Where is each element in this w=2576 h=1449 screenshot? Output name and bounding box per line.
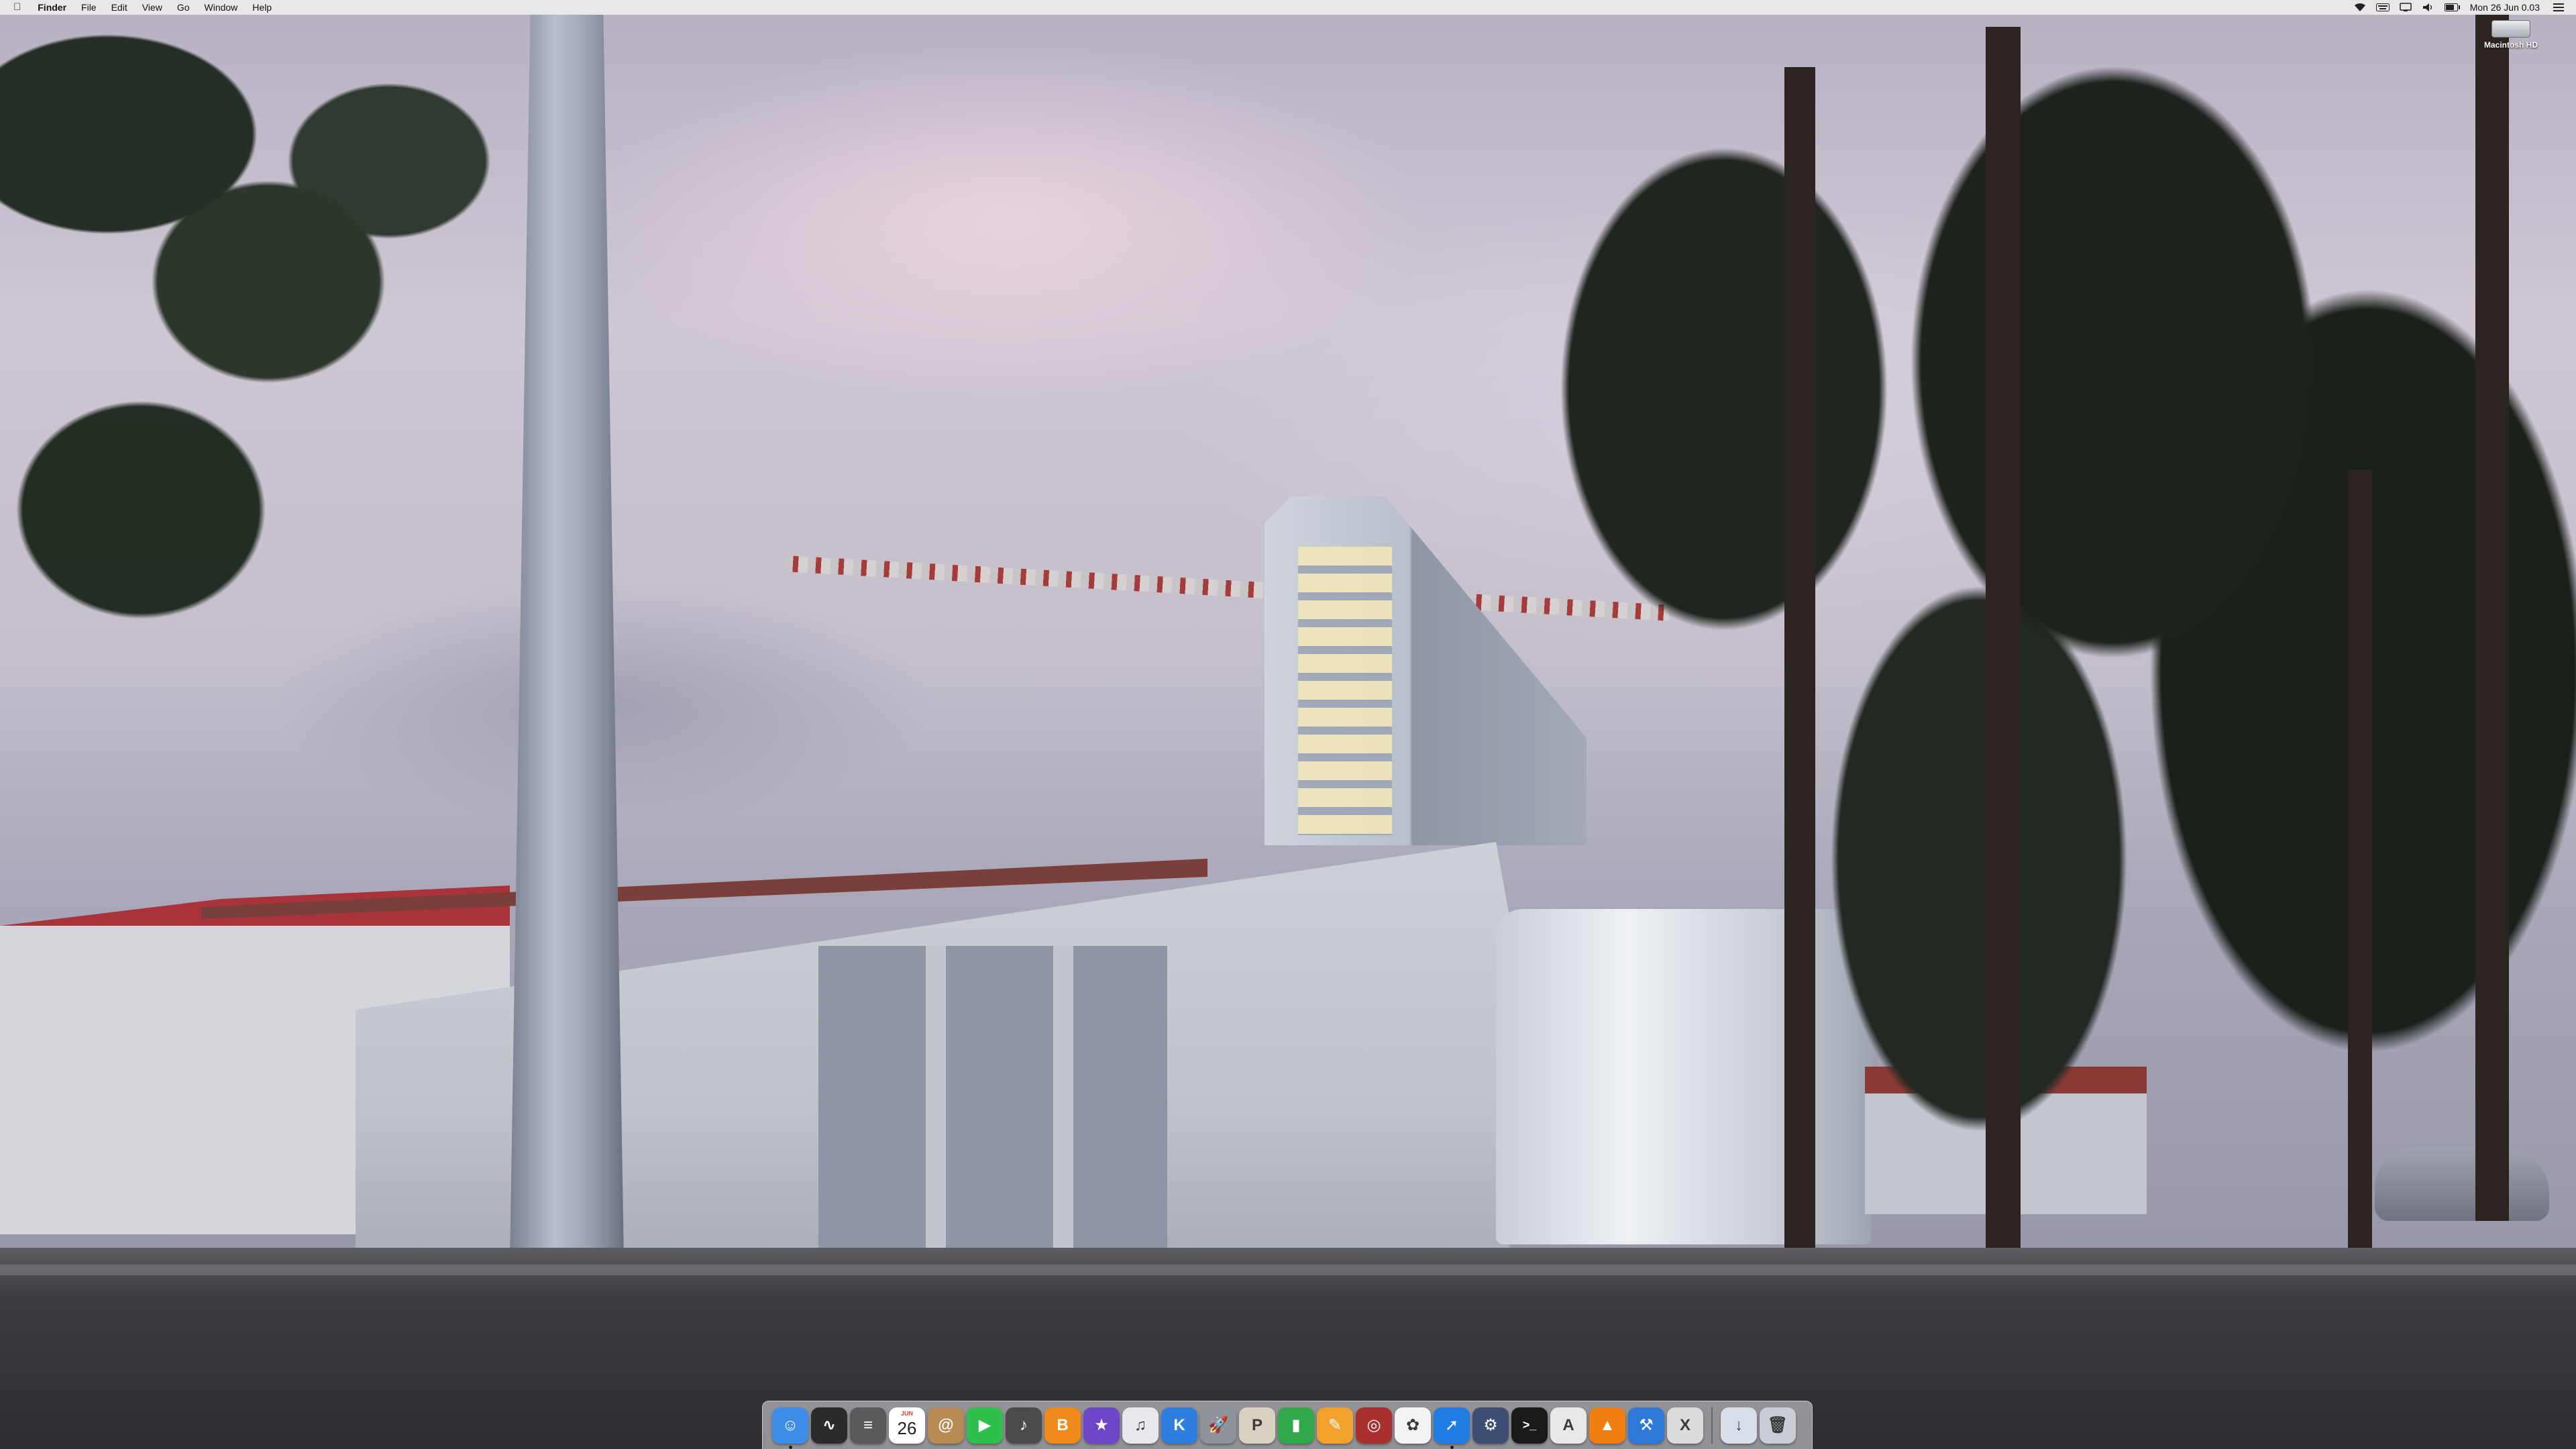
- menu-bar-status: Mon 26 Jun 0.03: [2353, 0, 2576, 15]
- pages-icon-glyph: ✎: [1328, 1416, 1342, 1434]
- safari-icon[interactable]: ➚: [1434, 1407, 1470, 1449]
- wallpaper-tree-trunk: [1784, 67, 1815, 1295]
- textedit-icon[interactable]: A: [1550, 1407, 1587, 1444]
- menu-edit[interactable]: Edit: [104, 0, 135, 15]
- preview-icon-glyph: P: [1251, 1415, 1263, 1434]
- wifi-icon[interactable]: [2353, 3, 2367, 12]
- photo-booth-icon-glyph: ◎: [1366, 1416, 1381, 1434]
- x11-icon[interactable]: X: [1667, 1407, 1703, 1444]
- vlc-icon[interactable]: ▲: [1589, 1407, 1625, 1444]
- hard-drive-icon[interactable]: [2491, 20, 2530, 38]
- facetime-icon[interactable]: ▶: [967, 1407, 1003, 1444]
- keynote-icon-glyph: K: [1173, 1415, 1185, 1434]
- wallpaper-tower-windows: [1298, 547, 1392, 835]
- photos-icon-glyph: ✿: [1405, 1416, 1420, 1434]
- numbers-icon[interactable]: ▮: [1278, 1407, 1314, 1444]
- menu-view[interactable]: View: [135, 0, 170, 15]
- terminal-icon-glyph: >_: [1522, 1418, 1537, 1432]
- system-preferences-icon-glyph: ⚙: [1483, 1416, 1498, 1434]
- wallpaper-tree-trunk: [1986, 27, 2021, 1288]
- preview-icon[interactable]: P: [1239, 1407, 1275, 1444]
- itunes-icon-glyph: ♫: [1134, 1415, 1146, 1434]
- dock: ☺ ∿ ≡ JUN 26 @ ▶ ♪ B ★ ♫ K 🚀 P ▮ ✎ ◎ ✿ ➚ ⚙ >_ A ▲ ⚒ X ↓ 🗑: [762, 1401, 1813, 1449]
- garageband-icon[interactable]: ♪: [1006, 1407, 1042, 1444]
- desktop: [0, 0, 2576, 1449]
- menu-bar-left:  Finder File Edit View Go Window Help: [0, 0, 279, 15]
- ibooks-icon-glyph: B: [1057, 1415, 1069, 1434]
- display-icon[interactable]: [2399, 3, 2412, 12]
- trash-icon[interactable]: 🗑: [1760, 1407, 1796, 1444]
- menu-help[interactable]: Help: [245, 0, 279, 15]
- menu-window[interactable]: Window: [197, 0, 246, 15]
- pages-icon[interactable]: ✎: [1317, 1407, 1353, 1444]
- photos-icon[interactable]: ✿: [1395, 1407, 1431, 1444]
- dock-separator: [1711, 1407, 1713, 1444]
- notes-icon[interactable]: ≡: [850, 1407, 886, 1444]
- xcode-icon[interactable]: ⚒: [1628, 1407, 1664, 1444]
- imovie-icon-glyph: ★: [1094, 1416, 1109, 1434]
- menu-clock[interactable]: Mon 26 Jun 0.03: [2467, 0, 2542, 15]
- activity-monitor-icon-glyph: ∿: [822, 1416, 837, 1434]
- itunes-icon[interactable]: ♫: [1122, 1407, 1159, 1444]
- vlc-icon-glyph: ▲: [1599, 1415, 1615, 1434]
- activity-monitor-icon[interactable]: ∿: [811, 1407, 847, 1444]
- calendar-month: JUN: [900, 1409, 913, 1417]
- calendar-day: 26: [897, 1418, 917, 1438]
- finder-icon-glyph: ☺: [782, 1415, 799, 1434]
- keyboard-icon[interactable]: [2375, 3, 2390, 12]
- trash-icon-glyph: 🗑: [1767, 1416, 1788, 1434]
- launchpad-icon-glyph: 🚀: [1208, 1416, 1228, 1434]
- wallpaper-curb: [0, 1265, 2576, 1275]
- drive-label[interactable]: Macintosh HD: [2484, 40, 2538, 50]
- menu-bar:  Finder File Edit View Go Window Help M…: [0, 0, 2576, 15]
- safari-icon-glyph: ➚: [1444, 1416, 1459, 1434]
- textedit-icon-glyph: A: [1562, 1415, 1574, 1434]
- contacts-icon-glyph: @: [938, 1415, 954, 1434]
- apple-icon[interactable]: : [0, 0, 30, 15]
- calendar-icon[interactable]: JUN 26: [889, 1407, 925, 1444]
- photo-booth-icon[interactable]: ◎: [1356, 1407, 1392, 1444]
- system-preferences-icon[interactable]: ⚙: [1472, 1407, 1509, 1444]
- wallpaper-tree-trunk: [2475, 13, 2509, 1221]
- battery-icon[interactable]: [2444, 3, 2460, 12]
- numbers-icon-glyph: ▮: [1291, 1416, 1301, 1434]
- imovie-icon[interactable]: ★: [1083, 1407, 1120, 1444]
- x11-icon-glyph: X: [1679, 1415, 1690, 1434]
- terminal-icon[interactable]: >_: [1511, 1407, 1548, 1444]
- volume-icon[interactable]: [2422, 3, 2435, 12]
- xcode-icon-glyph: ⚒: [1639, 1416, 1654, 1434]
- wallpaper-garage-doors: [818, 946, 1167, 1285]
- ibooks-icon[interactable]: B: [1044, 1407, 1081, 1444]
- desktop-drive[interactable]: Macintosh HD: [2461, 20, 2561, 60]
- facetime-icon-glyph: ▶: [978, 1416, 991, 1434]
- menu-file[interactable]: File: [74, 0, 104, 15]
- garageband-icon-glyph: ♪: [1020, 1415, 1028, 1434]
- downloads-stack-icon-glyph: ↓: [1735, 1415, 1743, 1434]
- menu-app-name[interactable]: Finder: [30, 0, 74, 15]
- downloads-stack-icon[interactable]: ↓: [1721, 1407, 1757, 1444]
- wallpaper-tree-trunk: [2348, 470, 2372, 1295]
- finder-icon[interactable]: ☺: [772, 1407, 808, 1449]
- wallpaper-leaves: [0, 0, 577, 805]
- keynote-icon[interactable]: K: [1161, 1407, 1197, 1444]
- menu-go[interactable]: Go: [170, 0, 197, 15]
- contacts-icon[interactable]: @: [928, 1407, 964, 1444]
- notification-center-icon[interactable]: [2552, 3, 2565, 12]
- launchpad-icon[interactable]: 🚀: [1200, 1407, 1236, 1444]
- notes-icon-glyph: ≡: [863, 1415, 873, 1434]
